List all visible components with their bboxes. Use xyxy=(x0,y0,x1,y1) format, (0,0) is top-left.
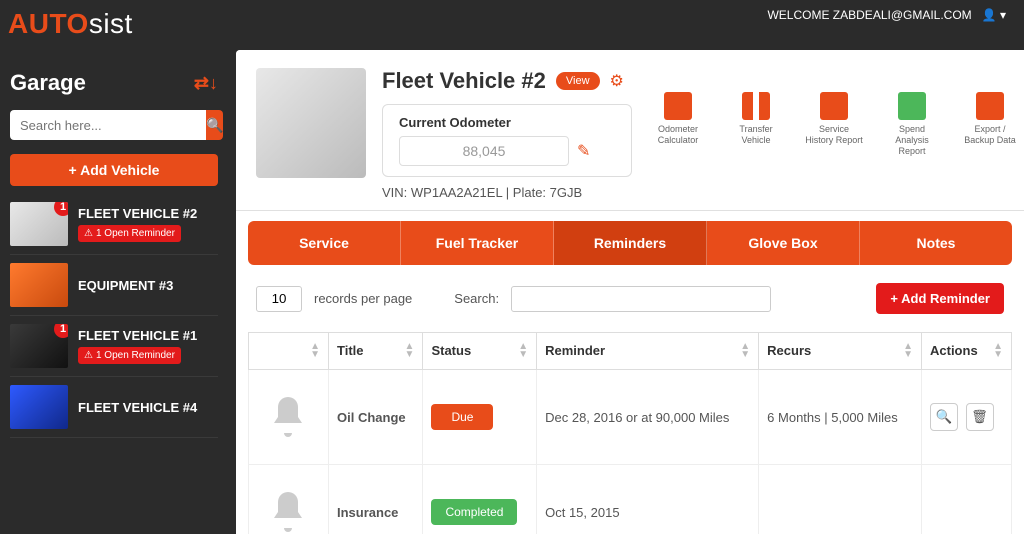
table-search-input[interactable] xyxy=(511,286,771,312)
th-actions[interactable]: Actions▲▼ xyxy=(922,333,1012,370)
export-icon xyxy=(976,92,1004,120)
sidebar-search-button[interactable]: 🔍 xyxy=(206,110,223,140)
brand-logo: AUTOsist xyxy=(8,8,133,40)
records-per-page-select[interactable] xyxy=(256,286,302,312)
tab-reminders[interactable]: Reminders xyxy=(554,221,707,265)
vehicle-item-3[interactable]: FLEET VEHICLE #4 xyxy=(10,377,218,438)
table-search-label: Search: xyxy=(454,291,499,306)
vin-plate-text: VIN: WP1AA2A21EL | Plate: 7GJB xyxy=(382,185,632,200)
garage-title: Garage xyxy=(10,70,86,96)
qa-odometer-calculator[interactable]: Odometer Calculator xyxy=(648,92,708,146)
vehicle-thumb xyxy=(10,263,68,307)
transfer-icon xyxy=(742,92,770,120)
vehicle-item-2[interactable]: 1 FLEET VEHICLE #1 ⚠ 1 Open Reminder xyxy=(10,316,218,377)
cell-reminder: Dec 28, 2016 or at 90,000 Miles xyxy=(537,370,759,465)
tab-fuel-tracker[interactable]: Fuel Tracker xyxy=(401,221,554,265)
vehicle-hero-image xyxy=(256,68,366,178)
qa-spend-analysis[interactable]: Spend Analysis Report xyxy=(882,92,942,156)
reminder-count-badge: 1 xyxy=(54,202,68,216)
welcome-text: WELCOME ZABDEALI@GMAIL.COM xyxy=(767,8,971,22)
cell-title: Insurance xyxy=(329,465,423,534)
cell-reminder: Oct 15, 2015 xyxy=(537,465,759,534)
th-thumb[interactable]: ▲▼ xyxy=(249,333,329,370)
table-row: Insurance Completed Oct 15, 2015 xyxy=(249,465,1012,534)
qa-transfer-vehicle[interactable]: Transfer Vehicle xyxy=(726,92,786,146)
view-button[interactable]: View xyxy=(556,72,600,90)
sidebar-search-input[interactable] xyxy=(10,110,206,140)
vehicle-thumb: 1 xyxy=(10,324,68,368)
odometer-label: Current Odometer xyxy=(399,115,615,130)
tab-notes[interactable]: Notes xyxy=(860,221,1012,265)
vehicle-thumb: 1 xyxy=(10,202,68,246)
report-icon xyxy=(820,92,848,120)
gear-icon[interactable]: ⚙ xyxy=(610,71,624,91)
qa-export-backup[interactable]: Export / Backup Data xyxy=(960,92,1020,146)
vehicle-thumb xyxy=(10,385,68,429)
vehicle-item-0[interactable]: 1 FLEET VEHICLE #2 ⚠ 1 Open Reminder xyxy=(10,194,218,255)
vehicle-reminder-badge: ⚠ 1 Open Reminder xyxy=(78,347,181,364)
cell-recurs xyxy=(759,465,922,534)
vehicle-name: FLEET VEHICLE #4 xyxy=(78,400,197,415)
vehicle-reminder-badge: ⚠ 1 Open Reminder xyxy=(78,225,181,242)
bell-icon xyxy=(257,477,319,534)
delete-action-button[interactable]: 🗑 xyxy=(966,403,994,431)
th-reminder[interactable]: Reminder▲▼ xyxy=(537,333,759,370)
th-title[interactable]: Title▲▼ xyxy=(329,333,423,370)
vehicle-name: FLEET VEHICLE #1 xyxy=(78,328,197,343)
records-per-page-label: records per page xyxy=(314,291,412,306)
money-icon xyxy=(898,92,926,120)
calculator-icon xyxy=(664,92,692,120)
vehicle-name: FLEET VEHICLE #2 xyxy=(78,206,197,221)
table-row: Oil Change Due Dec 28, 2016 or at 90,000… xyxy=(249,370,1012,465)
vehicle-item-1[interactable]: EQUIPMENT #3 xyxy=(10,255,218,316)
th-status[interactable]: Status▲▼ xyxy=(423,333,537,370)
user-icon[interactable]: 👤 ▾ xyxy=(982,8,1006,22)
sort-icon[interactable]: ⇄↓ xyxy=(194,73,218,94)
th-recurs[interactable]: Recurs▲▼ xyxy=(759,333,922,370)
tab-service[interactable]: Service xyxy=(248,221,401,265)
view-action-button[interactable]: 🔍 xyxy=(930,403,958,431)
status-badge: Completed xyxy=(431,499,517,525)
tab-glove-box[interactable]: Glove Box xyxy=(707,221,860,265)
status-badge: Due xyxy=(431,404,493,430)
cell-title: Oil Change xyxy=(329,370,423,465)
qa-service-history[interactable]: Service History Report xyxy=(804,92,864,146)
edit-odometer-icon[interactable]: ✎ xyxy=(577,141,590,161)
odometer-input[interactable] xyxy=(399,136,569,166)
add-reminder-button[interactable]: + Add Reminder xyxy=(876,283,1004,314)
add-vehicle-button[interactable]: + Add Vehicle xyxy=(10,154,218,186)
reminder-count-badge: 1 xyxy=(54,324,68,338)
cell-recurs: 6 Months | 5,000 Miles xyxy=(759,370,922,465)
vehicle-title: Fleet Vehicle #2 xyxy=(382,68,546,94)
vehicle-name: EQUIPMENT #3 xyxy=(78,278,173,293)
bell-icon xyxy=(257,382,319,452)
